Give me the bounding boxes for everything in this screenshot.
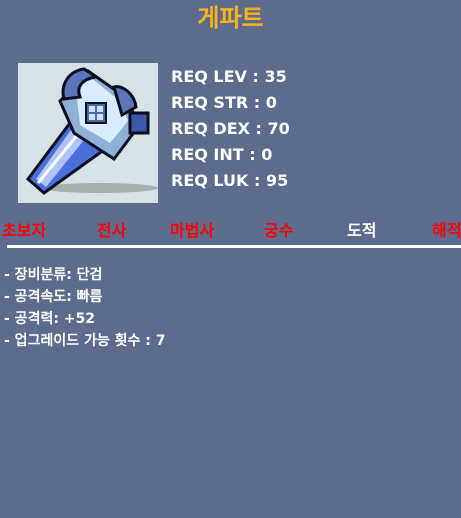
stat-attack-power: - 공격력: +52 <box>4 311 96 327</box>
stat-category: - 장비분류: 단검 <box>4 267 103 283</box>
job-pirate: 해적 <box>432 221 461 240</box>
req-level: REQ LEV : 35 <box>171 67 287 86</box>
dagger-icon <box>25 67 158 195</box>
divider <box>7 245 461 248</box>
stat-upgrade-slots: - 업그레이드 가능 횟수 : 7 <box>4 333 166 349</box>
item-image <box>18 63 158 203</box>
job-list: 초보자 전사 마법사 궁수 도적 해적 <box>0 217 461 241</box>
item-stats: - 장비분류: 단검 - 공격속도: 빠름 - 공격력: +52 - 업그레이드… <box>4 264 165 352</box>
job-beginner: 초보자 <box>2 221 47 240</box>
req-luk: REQ LUK : 95 <box>171 171 289 190</box>
requirements-list: REQ LEV : 35 REQ STR : 0 REQ DEX : 70 RE… <box>171 64 290 194</box>
req-dex: REQ DEX : 70 <box>171 119 290 138</box>
job-archer: 궁수 <box>264 221 294 240</box>
job-magician: 마법사 <box>170 221 215 240</box>
req-str: REQ STR : 0 <box>171 93 277 112</box>
req-int: REQ INT : 0 <box>171 145 273 164</box>
job-thief: 도적 <box>347 221 377 240</box>
job-warrior: 전사 <box>97 221 127 240</box>
stat-attack-speed: - 공격속도: 빠름 <box>4 289 103 305</box>
item-name: 게파트 <box>197 4 264 32</box>
